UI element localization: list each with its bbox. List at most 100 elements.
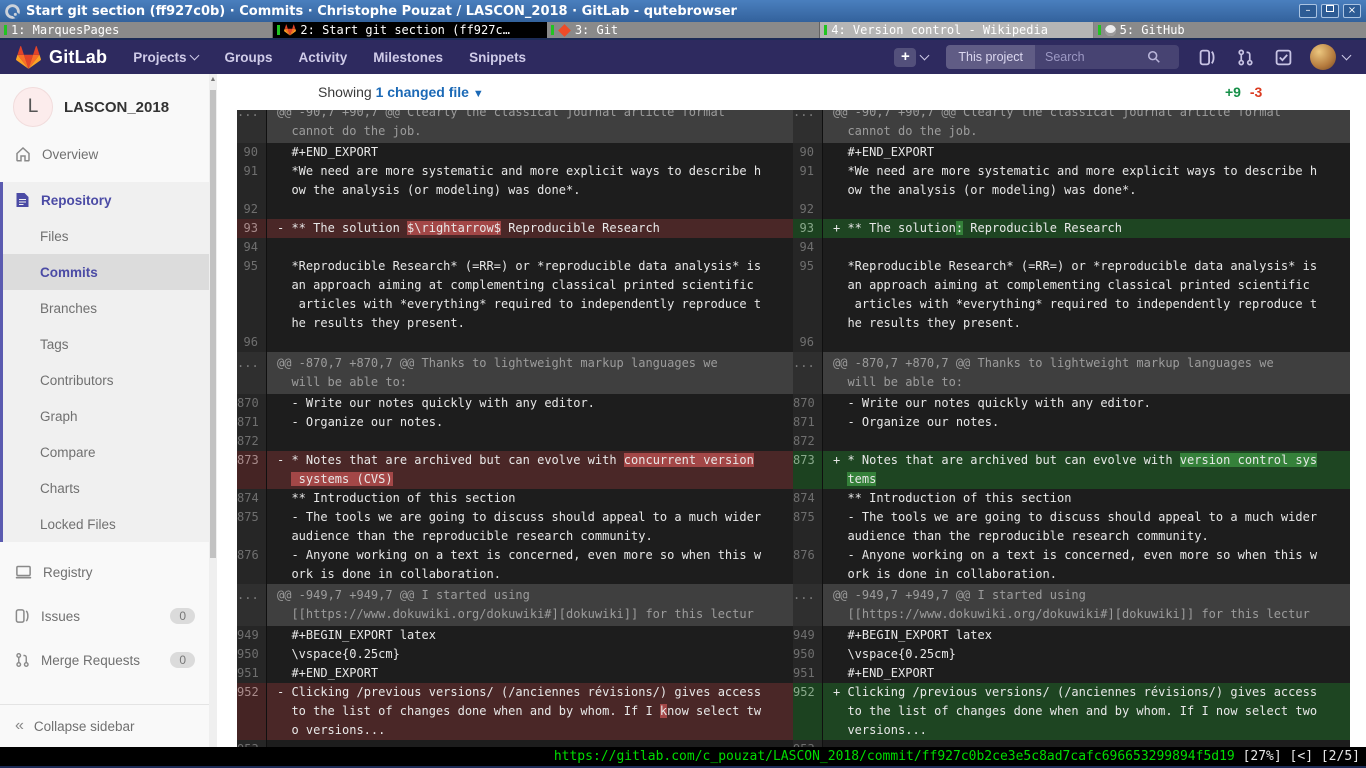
line-number-old[interactable]: 96 — [237, 333, 267, 352]
line-number-old[interactable]: 876 — [237, 546, 267, 584]
line-number-new[interactable]: 93 — [793, 219, 823, 238]
line-number-old[interactable]: ... — [237, 352, 267, 394]
line-number-new[interactable]: 92 — [793, 200, 823, 219]
maximize-button[interactable] — [1321, 4, 1339, 18]
line-number-old[interactable]: 951 — [237, 664, 267, 683]
line-number-new[interactable]: 871 — [793, 413, 823, 432]
line-number-new[interactable]: 876 — [793, 546, 823, 584]
line-number-new[interactable]: 873 — [793, 451, 823, 489]
navbar-item-projects[interactable]: Projects — [133, 50, 198, 65]
changed-files-summary: Showing 1 changed file ▼ — [318, 84, 484, 100]
line-number-old[interactable]: 873 — [237, 451, 267, 489]
line-number-new[interactable]: ... — [793, 110, 823, 143]
browser-tab-1[interactable]: 1: MarquesPages — [0, 22, 273, 38]
navbar-item-activity[interactable]: Activity — [299, 50, 348, 65]
line-number-old[interactable]: 875 — [237, 508, 267, 546]
line-number-old[interactable]: 870 — [237, 394, 267, 413]
navbar-item-groups[interactable]: Groups — [224, 50, 272, 65]
navbar-item-milestones[interactable]: Milestones — [373, 50, 443, 65]
statusbar-url: https://gitlab.com/c_pouzat/LASCON_2018/… — [554, 749, 1235, 764]
sidebar-item-issues[interactable]: Issues 0 — [0, 594, 209, 638]
search-icon — [1147, 50, 1161, 64]
sidebar-item-files[interactable]: Files — [3, 218, 209, 254]
line-number-new[interactable]: 95 — [793, 257, 823, 333]
line-number-new[interactable]: 875 — [793, 508, 823, 546]
line-number-old[interactable]: ... — [237, 584, 267, 626]
line-number-old[interactable]: 91 — [237, 162, 267, 200]
line-number-new[interactable]: 872 — [793, 432, 823, 451]
sidebar-item-repository[interactable]: Repository — [3, 182, 209, 218]
todos-icon[interactable] — [1275, 49, 1292, 66]
collapse-sidebar-button[interactable]: « Collapse sidebar — [0, 704, 209, 747]
line-number-new[interactable]: 94 — [793, 238, 823, 257]
sidebar-item-registry[interactable]: Registry — [0, 550, 209, 594]
line-number-new[interactable]: 91 — [793, 162, 823, 200]
gitlab-brand[interactable]: GitLab — [16, 45, 107, 70]
line-number-old[interactable]: ... — [237, 110, 267, 143]
sidebar-item-commits[interactable]: Commits — [3, 254, 209, 290]
line-number-old[interactable]: 95 — [237, 257, 267, 333]
sidebar-item-merge-requests[interactable]: Merge Requests 0 — [0, 638, 209, 682]
tab-label: 3: Git — [575, 23, 618, 37]
line-number-old[interactable]: 950 — [237, 645, 267, 664]
line-number-new[interactable]: 90 — [793, 143, 823, 162]
window-title: Start git section (ff927c0b) · Commits ·… — [26, 4, 1285, 19]
minimize-button[interactable]: – — [1299, 4, 1317, 18]
sidebar-item-compare[interactable]: Compare — [3, 434, 209, 470]
navbar-item-snippets[interactable]: Snippets — [469, 50, 526, 65]
line-number-new[interactable]: 953 — [793, 740, 823, 747]
line-number-old[interactable]: 92 — [237, 200, 267, 219]
sidebar-item-branches[interactable]: Branches — [3, 290, 209, 326]
diff-row: 874 ** Introduction of this section874 *… — [237, 489, 1350, 508]
sidebar-item-contributors[interactable]: Contributors — [3, 362, 209, 398]
line-number-old[interactable]: 90 — [237, 143, 267, 162]
new-dropdown-button[interactable]: + — [894, 48, 928, 67]
changed-files-dropdown[interactable]: 1 changed file — [376, 84, 469, 100]
line-number-old[interactable]: 952 — [237, 683, 267, 740]
sidebar-scrollbar[interactable]: ▲ — [209, 74, 217, 747]
line-number-new[interactable]: 952 — [793, 683, 823, 740]
line-number-old[interactable]: 874 — [237, 489, 267, 508]
line-number-old[interactable]: 93 — [237, 219, 267, 238]
line-number-new[interactable]: ... — [793, 352, 823, 394]
code-new — [823, 238, 1350, 257]
sidebar-item-graph[interactable]: Graph — [3, 398, 209, 434]
issues-icon[interactable] — [1199, 49, 1216, 66]
line-number-new[interactable]: 96 — [793, 333, 823, 352]
scrollbar-thumb[interactable] — [210, 90, 216, 558]
search-scope-button[interactable]: This project — [946, 45, 1035, 69]
sidebar-item-tags[interactable]: Tags — [3, 326, 209, 362]
line-number-new[interactable]: ... — [793, 584, 823, 626]
line-number-old[interactable]: 949 — [237, 626, 267, 645]
browser-tab-4[interactable]: 4: Version control - Wikipedia — [820, 22, 1093, 38]
line-number-new[interactable]: 949 — [793, 626, 823, 645]
merge-requests-icon[interactable] — [1237, 49, 1254, 66]
project-header[interactable]: L LASCON_2018 — [0, 74, 209, 136]
document-icon — [15, 192, 30, 208]
browser-tab-3[interactable]: 3: Git — [547, 22, 820, 38]
diff-row: ...@@ -949,7 +949,7 @@ I started using [… — [237, 584, 1350, 626]
tab-label: 4: Version control - Wikipedia — [831, 23, 1048, 37]
browser-tab-5[interactable]: 5: GitHub — [1094, 22, 1366, 38]
code-old: - * Notes that are archived but can evol… — [267, 451, 793, 489]
line-number-old[interactable]: 953 — [237, 740, 267, 747]
line-number-old[interactable]: 872 — [237, 432, 267, 451]
scrollbar-up-arrow[interactable]: ▲ — [209, 76, 217, 83]
line-number-new[interactable]: 870 — [793, 394, 823, 413]
qutebrowser-icon — [5, 4, 20, 19]
line-number-new[interactable]: 950 — [793, 645, 823, 664]
line-number-new[interactable]: 951 — [793, 664, 823, 683]
close-button[interactable]: × — [1343, 4, 1361, 18]
chevron-down-icon — [190, 51, 200, 61]
tab-label: 5: GitHub — [1120, 23, 1185, 37]
sidebar-item-locked-files[interactable]: Locked Files — [3, 506, 209, 542]
line-number-new[interactable]: 874 — [793, 489, 823, 508]
sidebar-item-charts[interactable]: Charts — [3, 470, 209, 506]
browser-tab-2[interactable]: 2: Start git section (ff927c… — [273, 22, 546, 38]
sidebar-item-overview[interactable]: Overview — [0, 136, 209, 172]
search-input[interactable] — [1043, 49, 1147, 65]
user-menu[interactable] — [1310, 44, 1350, 70]
line-number-old[interactable]: 94 — [237, 238, 267, 257]
line-number-old[interactable]: 871 — [237, 413, 267, 432]
diff-row: 951 #+END_EXPORT951 #+END_EXPORT — [237, 664, 1350, 683]
